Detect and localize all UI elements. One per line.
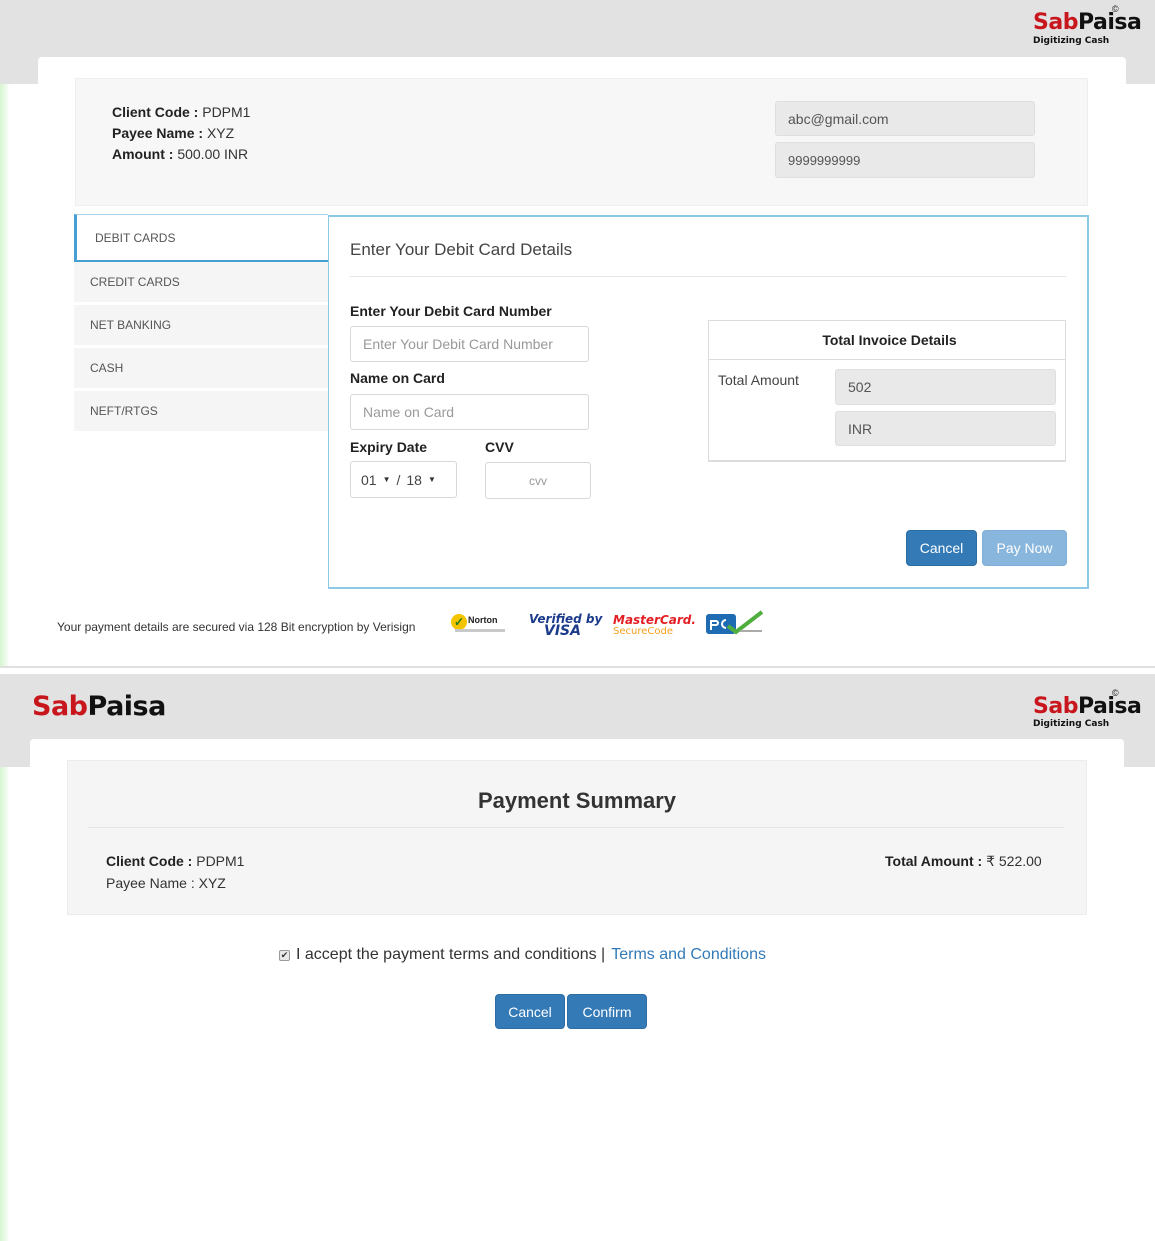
norton-subline	[455, 629, 505, 632]
amount-line: Amount : 500.00 INR	[112, 146, 248, 162]
pci-logo-icon	[706, 610, 764, 635]
copyright-mark: ©	[1112, 4, 1119, 14]
terms-acceptance: ✔ I accept the payment terms and conditi…	[279, 946, 766, 964]
security-note: Your payment details are secured via 128…	[57, 620, 416, 634]
summary-payee-name: Payee Name : XYZ	[106, 875, 226, 891]
title-divider	[350, 276, 1066, 277]
chevron-down-icon: ▼	[427, 475, 436, 484]
pay-now-button[interactable]: Pay Now	[982, 530, 1067, 566]
sabpaisa-logo: SabPaisa	[32, 691, 166, 722]
summary-client-code-label: Client Code :	[106, 853, 193, 869]
verified-by-visa-bottom: VISA	[544, 623, 581, 639]
name-on-card-label: Name on Card	[350, 370, 445, 386]
card-number-input[interactable]: Enter Your Debit Card Number	[350, 326, 589, 362]
norton-badge: ✓ Norton	[451, 612, 507, 634]
expiry-select[interactable]: 01 ▼ / 18 ▼	[350, 461, 457, 498]
summary-well	[67, 760, 1087, 915]
tab-cash[interactable]: CASH	[74, 348, 328, 388]
sabpaisa-logo-right: SabPaisa	[1033, 694, 1142, 719]
form-title: Enter Your Debit Card Details	[350, 240, 573, 259]
summary-total-value: ₹ 522.00	[986, 853, 1042, 869]
total-amount-field[interactable]: 502	[835, 369, 1056, 405]
summary-client-code-line: Client Code : PDPM1	[106, 853, 244, 869]
cvv-input[interactable]: cvv	[485, 462, 591, 499]
summary-client-code-value: PDPM1	[196, 853, 245, 869]
total-currency-field[interactable]: INR	[835, 411, 1056, 446]
tab-net-banking[interactable]: NET BANKING	[74, 305, 328, 345]
client-code-line: Client Code : PDPM1	[112, 104, 250, 120]
phone-field[interactable]: 9999999999	[775, 142, 1035, 178]
payee-name-label: Payee Name :	[112, 125, 204, 141]
side-accent	[0, 767, 10, 1241]
sabpaisa-logo: SabPaisa	[1033, 10, 1142, 35]
section-divider	[0, 666, 1155, 668]
norton-text: Norton	[468, 615, 498, 625]
title-divider	[88, 827, 1064, 828]
mastercard-securecode-bottom: SecureCode	[613, 626, 673, 637]
invoice-title: Total Invoice Details	[708, 320, 1066, 360]
expiry-separator: /	[396, 471, 401, 488]
expiry-month-value[interactable]: 01	[361, 472, 377, 488]
amount-value: 500.00	[177, 146, 221, 162]
expiry-year-value[interactable]: 18	[406, 472, 422, 488]
cvv-label: CVV	[485, 439, 514, 455]
name-on-card-input[interactable]: Name on Card	[350, 394, 589, 430]
amount-currency: INR	[224, 146, 249, 162]
client-code-value: PDPM1	[202, 104, 251, 120]
accept-terms-checkbox[interactable]: ✔	[279, 949, 290, 961]
summary-cancel-button[interactable]: Cancel	[495, 994, 565, 1029]
client-code-label: Client Code :	[112, 104, 199, 120]
page-title: Payment Summary	[477, 788, 677, 813]
payee-name-value: XYZ	[206, 125, 235, 141]
check-icon: ✓	[451, 614, 467, 630]
summary-total-line: Total Amount : ₹ 522.00	[885, 853, 1042, 870]
chevron-down-icon: ▼	[382, 475, 391, 484]
payee-name-line: Payee Name : XYZ	[112, 125, 234, 141]
summary-screen: SabPaisa SabPaisa © Digitizing Cash Paym…	[0, 674, 1155, 1241]
checkout-screen: SabPaisa © Digitizing Cash Client Code :…	[0, 0, 1155, 668]
side-accent	[0, 84, 10, 668]
logo-tagline: Digitizing Cash	[1033, 719, 1110, 729]
expiry-date-label: Expiry Date	[350, 439, 428, 455]
total-amount-label: Total Amount	[718, 372, 799, 388]
mastercard-securecode-top: MasterCard.	[613, 613, 696, 627]
logo-tagline: Digitizing Cash	[1033, 36, 1110, 46]
confirm-button[interactable]: Confirm	[567, 994, 647, 1029]
card-number-label: Enter Your Debit Card Number	[350, 303, 552, 319]
cancel-button[interactable]: Cancel	[906, 530, 977, 566]
summary-total-label: Total Amount :	[885, 853, 983, 869]
tab-debit-cards[interactable]: DEBIT CARDS	[74, 214, 328, 262]
accept-terms-text: I accept the payment terms and condition…	[296, 946, 606, 963]
amount-label: Amount :	[112, 146, 174, 162]
terms-and-conditions-link[interactable]: Terms and Conditions	[611, 946, 766, 964]
tab-credit-cards[interactable]: CREDIT CARDS	[74, 262, 328, 302]
tab-neft-rtgs[interactable]: NEFT/RTGS	[74, 391, 328, 431]
email-field[interactable]: abc@gmail.com	[775, 101, 1035, 136]
copyright-mark: ©	[1112, 688, 1119, 698]
